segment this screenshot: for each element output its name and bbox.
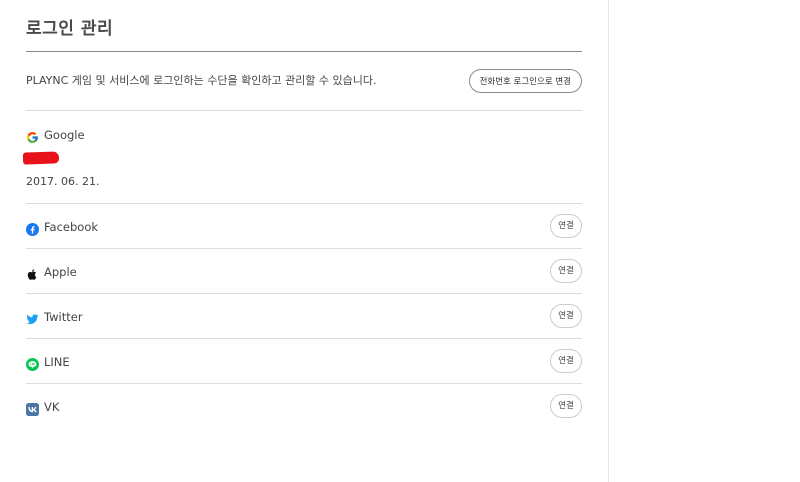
provider-row-vk: VK 연결	[26, 384, 582, 428]
linked-account-provider: Google	[44, 128, 85, 142]
provider-row-line: LINE 연결	[26, 339, 582, 384]
connect-twitter-button[interactable]: 연결	[550, 304, 582, 328]
provider-header: LINE	[26, 354, 70, 371]
provider-header: Facebook	[26, 219, 99, 236]
connect-vk-button[interactable]: 연결	[550, 394, 582, 418]
provider-name: Apple	[44, 265, 77, 279]
provider-header: Apple	[26, 264, 77, 280]
connect-facebook-button[interactable]: 연결	[550, 214, 582, 238]
google-icon	[26, 129, 39, 143]
linked-account-google: Google 2017. 06. 21.	[22, 111, 582, 204]
connect-line-button[interactable]: 연결	[550, 349, 582, 373]
apple-icon	[26, 266, 39, 280]
description-row: PLAYNC 게임 및 서비스에 로그인하는 수단을 확인하고 관리할 수 있습…	[26, 52, 582, 111]
page-description: PLAYNC 게임 및 서비스에 로그인하는 수단을 확인하고 관리할 수 있습…	[26, 74, 377, 87]
provider-row-twitter: Twitter 연결	[26, 294, 582, 339]
main-panel: 로그인 관리 PLAYNC 게임 및 서비스에 로그인하는 수단을 확인하고 관…	[0, 0, 609, 482]
connect-apple-button[interactable]: 연결	[550, 259, 582, 283]
linked-account-header: Google	[26, 127, 85, 143]
provider-name: Twitter	[44, 310, 83, 324]
provider-name: Facebook	[44, 220, 99, 234]
page-title: 로그인 관리	[26, 19, 114, 39]
provider-name: LINE	[44, 355, 70, 369]
twitter-icon	[26, 311, 39, 324]
redacted-account-id	[22, 151, 60, 165]
change-to-phone-login-button[interactable]: 전화번호 로그인으로 변경	[468, 69, 582, 93]
facebook-icon	[26, 221, 39, 236]
provider-header: Twitter	[26, 309, 83, 325]
right-side-panel	[609, 0, 800, 482]
provider-row-apple: Apple 연결	[26, 249, 582, 294]
provider-name: VK	[44, 400, 60, 414]
login-management-page: 로그인 관리 PLAYNC 게임 및 서비스에 로그인하는 수단을 확인하고 관…	[0, 0, 800, 482]
provider-header: VK	[26, 399, 60, 416]
line-icon	[26, 356, 39, 371]
provider-row-facebook: Facebook 연결	[26, 204, 582, 249]
linked-account-date: 2017. 06. 21.	[26, 175, 100, 188]
vk-icon	[26, 401, 39, 416]
